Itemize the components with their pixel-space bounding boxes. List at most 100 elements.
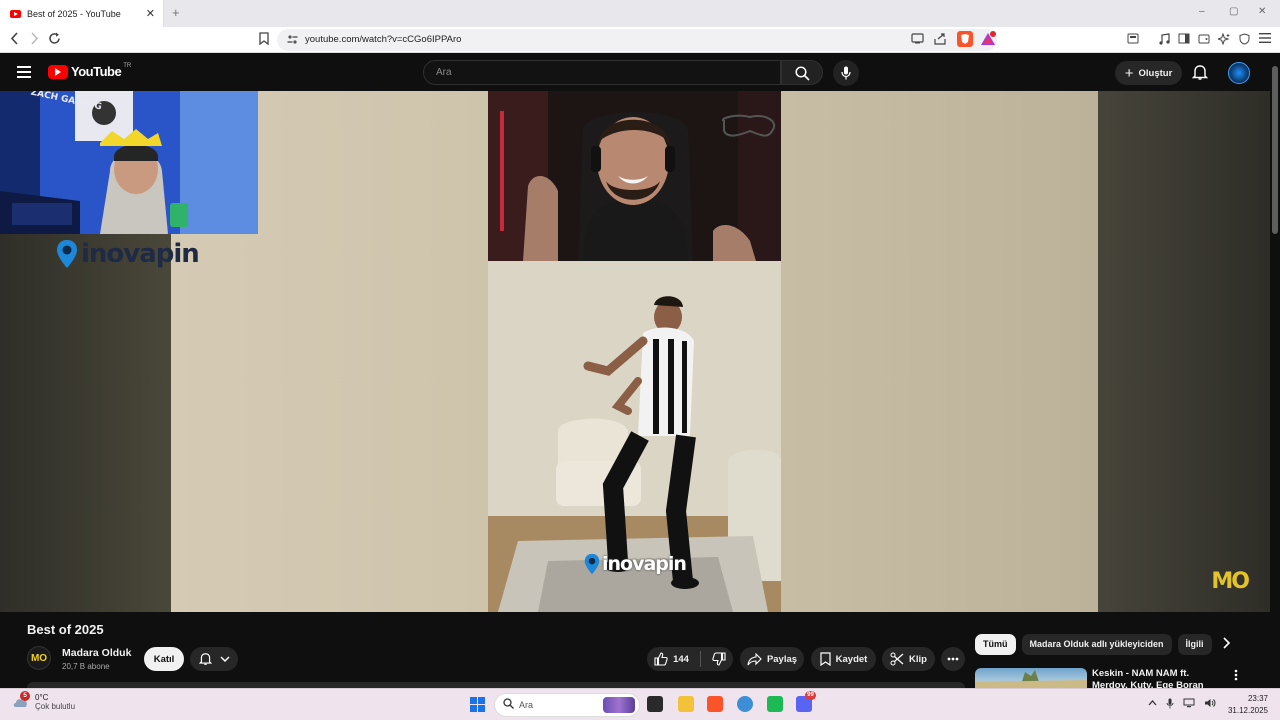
- clock-time: 23:37: [1247, 694, 1268, 703]
- save-bookmark-icon: [820, 652, 831, 666]
- browser-tab-strip: Best of 2025 - YouTube ✕ + – ▢ ✕: [0, 0, 1280, 27]
- scissors-icon: [890, 652, 904, 666]
- window-close-button[interactable]: ✕: [1258, 6, 1266, 17]
- media-icon[interactable]: [1158, 33, 1170, 48]
- location-pin-icon: [584, 553, 600, 575]
- save-button[interactable]: Kaydet: [811, 647, 876, 671]
- video-background-right: [1098, 91, 1270, 612]
- url-text: youtube.com/watch?v=cCGo6IPPAro: [305, 34, 462, 45]
- taskbar-search[interactable]: Ara: [494, 693, 640, 717]
- voice-search-button[interactable]: [833, 60, 859, 86]
- recommendation-menu-icon[interactable]: [1234, 669, 1238, 684]
- create-button[interactable]: + Oluştur: [1115, 61, 1182, 85]
- youtube-play-icon: [48, 64, 68, 79]
- share-page-icon[interactable]: [934, 33, 947, 48]
- like-divider: [699, 651, 701, 667]
- vpn-shield-icon[interactable]: [1239, 33, 1250, 48]
- bookmark-icon[interactable]: [259, 32, 269, 48]
- weather-description: Çok bulutlu: [35, 702, 76, 711]
- brave-rewards-icon[interactable]: [980, 31, 996, 47]
- address-bar[interactable]: youtube.com/watch?v=cCGo6IPPAro: [277, 29, 997, 51]
- video-title: Best of 2025: [27, 622, 104, 637]
- forward-icon[interactable]: [29, 32, 40, 48]
- microphone-tray-icon[interactable]: [1166, 698, 1174, 712]
- file-explorer-icon[interactable]: [678, 696, 694, 712]
- more-actions-button[interactable]: [941, 647, 965, 671]
- weather-alert-badge: 5: [20, 691, 30, 701]
- share-arrow-icon: [747, 652, 762, 665]
- related-filter-chips: Tümü Madara Olduk adlı yükleyiciden İlgi…: [975, 634, 1212, 656]
- channel-avatar[interactable]: MO: [27, 646, 51, 670]
- youtube-logo-text: YouTube: [71, 64, 122, 79]
- restore-button[interactable]: ▢: [1229, 6, 1238, 17]
- temperature: 0°C: [35, 693, 49, 702]
- account-avatar[interactable]: [1228, 62, 1250, 84]
- scrollbar-thumb[interactable]: [1272, 66, 1278, 234]
- channel-name[interactable]: Madara Olduk: [62, 647, 131, 659]
- reload-icon[interactable]: [48, 32, 61, 48]
- start-button[interactable]: [470, 697, 485, 712]
- chip-all[interactable]: Tümü: [975, 634, 1016, 655]
- clock-date: 31.12.2025: [1227, 706, 1268, 715]
- video-player[interactable]: ZACH GAMING inovapin inovapin MO: [0, 91, 1270, 612]
- task-view-icon[interactable]: [647, 696, 663, 712]
- share-button[interactable]: Paylaş: [740, 647, 804, 671]
- back-icon[interactable]: [9, 32, 20, 48]
- tray-overflow-icon[interactable]: [1148, 698, 1157, 712]
- sidebar-toggle-icon[interactable]: [1127, 33, 1139, 47]
- system-tray: [1148, 698, 1216, 712]
- chip-related[interactable]: İlgili: [1177, 634, 1212, 655]
- brave-browser-icon[interactable]: [707, 696, 723, 712]
- browser-toolbar: youtube.com/watch?v=cCGo6IPPAro: [0, 27, 1280, 53]
- youtube-logo[interactable]: YouTube TR: [48, 62, 132, 79]
- discord-icon[interactable]: 99: [796, 691, 816, 712]
- tab-close-icon[interactable]: ✕: [146, 7, 155, 20]
- reader-mode-icon[interactable]: [1178, 33, 1190, 47]
- inovapin-logo-clip: inovapin: [584, 553, 687, 575]
- inovapin-logo-top: inovapin: [56, 239, 200, 269]
- join-button[interactable]: Katıl: [144, 647, 184, 671]
- site-info-icon[interactable]: [287, 34, 298, 47]
- chip-from-uploader[interactable]: Madara Olduk adlı yükleyiciden: [1021, 634, 1172, 655]
- like-icon[interactable]: [654, 652, 668, 666]
- brave-shields-icon[interactable]: [957, 31, 973, 47]
- location-pin-icon: [57, 240, 77, 268]
- notification-settings-button[interactable]: [190, 647, 238, 671]
- guide-menu-icon[interactable]: [17, 66, 31, 78]
- browser-tab[interactable]: Best of 2025 - YouTube ✕: [0, 0, 164, 27]
- search-button[interactable]: [781, 60, 823, 85]
- like-count[interactable]: 144: [673, 654, 689, 665]
- chips-next-icon[interactable]: [1222, 637, 1231, 652]
- plus-icon: +: [1124, 64, 1134, 82]
- minimize-button[interactable]: –: [1199, 6, 1205, 17]
- youtube-favicon-icon: [10, 9, 21, 18]
- weather-widget[interactable]: 5 0°C Çok bulutlu: [12, 691, 76, 711]
- network-icon[interactable]: [1183, 698, 1195, 712]
- dislike-icon[interactable]: [712, 652, 726, 666]
- cloud-icon: 5: [12, 691, 30, 709]
- tab-title: Best of 2025 - YouTube: [27, 8, 121, 19]
- cast-icon[interactable]: [911, 33, 924, 47]
- discord-badge: 99: [805, 691, 816, 700]
- game-app-icon[interactable]: [767, 696, 783, 712]
- share-label: Paylaş: [766, 653, 798, 665]
- recommendation-title[interactable]: Keskin - NAM NAM ft. Merdov, Kuty, Ege B…: [1092, 668, 1222, 688]
- subscriber-count: 20,7 B abone: [62, 662, 110, 671]
- search-input[interactable]: Ara: [423, 60, 781, 85]
- recommendation-thumbnail[interactable]: [975, 668, 1087, 688]
- notifications-bell-icon[interactable]: [1191, 64, 1209, 86]
- leo-ai-icon[interactable]: [1216, 32, 1230, 48]
- save-label: Kaydet: [835, 653, 868, 665]
- wallet-icon[interactable]: [1198, 33, 1210, 47]
- clip-button[interactable]: Klip: [882, 647, 935, 671]
- channel-watermark[interactable]: MO: [1211, 569, 1250, 594]
- search-highlight-image: [603, 697, 635, 713]
- settings-app-icon[interactable]: [737, 696, 753, 712]
- dance-clip: inovapin: [488, 261, 781, 612]
- volume-icon[interactable]: [1204, 698, 1216, 712]
- new-tab-button[interactable]: +: [172, 5, 180, 20]
- taskbar-clock[interactable]: 23:37 31.12.2025: [1228, 693, 1268, 717]
- browser-menu-icon[interactable]: [1259, 33, 1271, 46]
- reaction-cam: [488, 91, 781, 261]
- country-code: TR: [123, 62, 132, 69]
